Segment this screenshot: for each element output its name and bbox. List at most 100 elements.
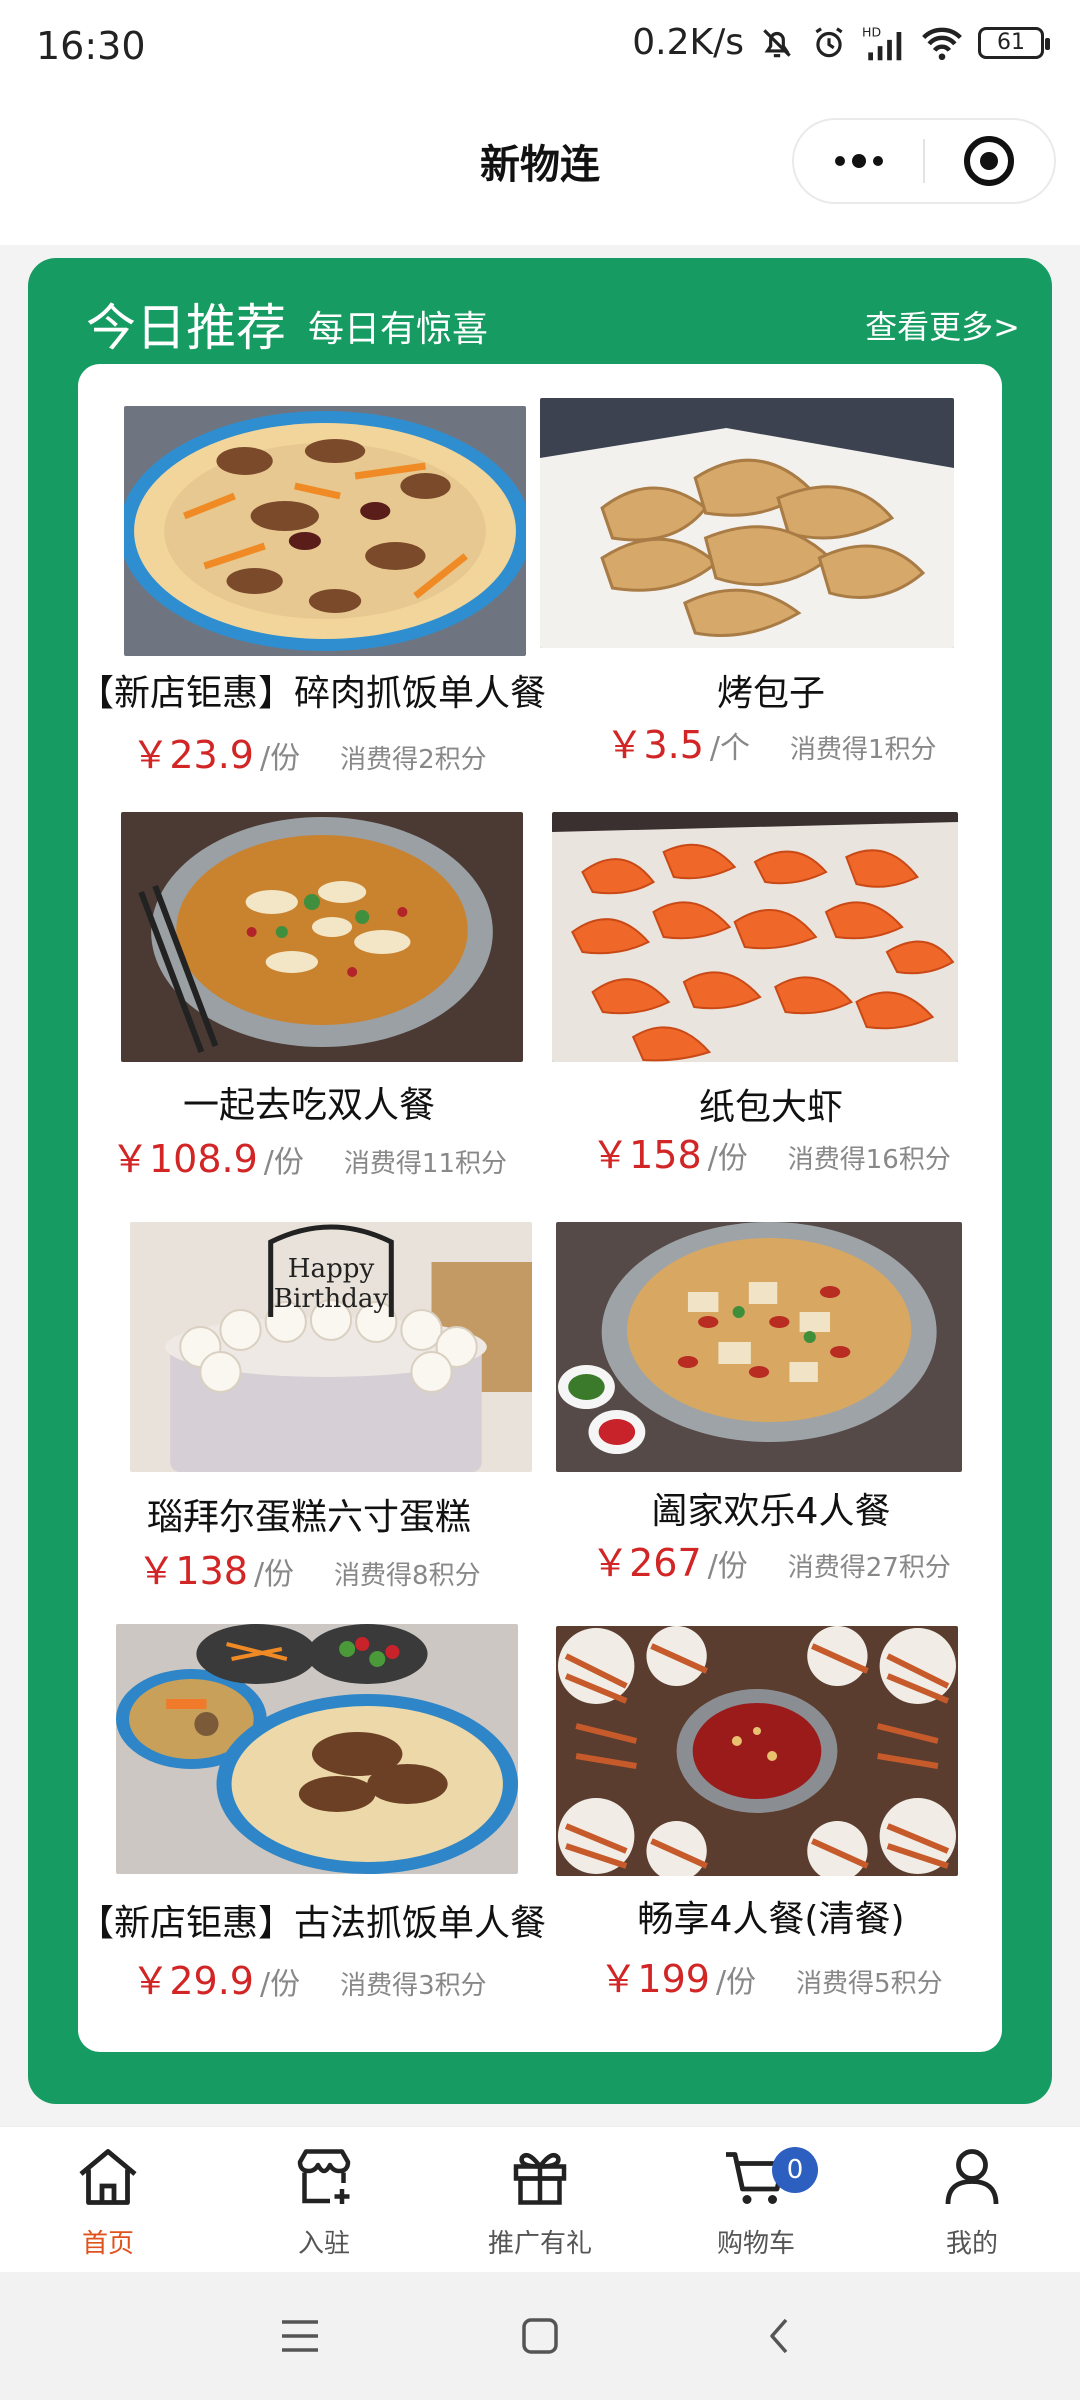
- product-image: [540, 398, 954, 648]
- hd-signal-icon: HD: [862, 24, 906, 62]
- product-unit: /份: [253, 1557, 295, 1592]
- product-image: [121, 812, 523, 1062]
- tab-label: 入驻: [297, 2229, 350, 2259]
- product-name: 烤包子: [716, 673, 825, 714]
- nav-bar: 新物连: [0, 100, 1080, 245]
- more-menu-button[interactable]: [794, 118, 923, 204]
- tab-cart[interactable]: 0 购物车: [648, 2127, 864, 2273]
- battery-icon: 61: [978, 26, 1050, 59]
- more-dots-icon-center: [851, 154, 866, 168]
- product-image: [556, 1222, 962, 1472]
- product-price-row: ￥108.9 /份 消费得11积分: [78, 1128, 540, 1183]
- store-add-icon: [297, 2149, 351, 2204]
- product-price-row: ￥199 /份 消费得5积分: [540, 1948, 1002, 2003]
- tab-mine[interactable]: 我的: [864, 2127, 1080, 2273]
- product-price-row: ￥267 /份 消费得27积分: [540, 1532, 1002, 1587]
- square-icon: [522, 2318, 558, 2354]
- svg-text:Happy: Happy: [288, 1254, 375, 1284]
- back-button[interactable]: [740, 2296, 820, 2376]
- chevron-left-icon: [770, 2318, 788, 2354]
- product-card[interactable]: Happy Birthday 瑙拜尔蛋糕六寸蛋糕 ￥138 /份 消费得8积分: [78, 1184, 540, 1594]
- product-points: 消费得3积分: [340, 1971, 487, 2001]
- tab-home[interactable]: 首页: [0, 2127, 216, 2273]
- product-name: 【新店钜惠】碎肉抓饭单人餐: [78, 673, 547, 714]
- status-time: 16:30: [36, 24, 146, 68]
- user-icon: [945, 2149, 999, 2205]
- product-name: 畅享4人餐(清餐): [637, 1899, 905, 1940]
- product-price-row: ￥29.9 /份 消费得3积分: [78, 1950, 540, 2005]
- bottom-tab-bar: 首页 入驻 推广有礼 0 购物车 我的: [0, 2126, 1080, 2272]
- close-mini-program-button[interactable]: [925, 118, 1054, 204]
- view-more-link[interactable]: 查看更多>: [865, 302, 1020, 348]
- product-card[interactable]: 【新店钜惠】古法抓饭单人餐 ￥29.9 /份 消费得3积分: [78, 1594, 547, 2005]
- cart-badge: 0: [772, 2147, 818, 2193]
- product-image: Happy Birthday: [130, 1222, 532, 1472]
- product-image: [116, 1624, 518, 1874]
- status-icons: 0.2K/s HD 61: [632, 22, 1050, 63]
- product-price-row: ￥138 /份 消费得8积分: [78, 1540, 540, 1595]
- home-icon: [79, 2149, 137, 2205]
- product-price: ￥267: [591, 1541, 702, 1585]
- product-unit: /份: [259, 741, 301, 776]
- daily-recommend-section: 今日推荐 每日有惊喜 查看更多> 【新店钜惠】碎肉抓饭单人餐 ￥23.9 /份: [28, 258, 1052, 2104]
- recent-apps-button[interactable]: [260, 2296, 340, 2376]
- product-price: ￥29.9: [131, 1959, 254, 2003]
- product-card[interactable]: 一起去吃双人餐 ￥108.9 /份 消费得11积分: [78, 774, 540, 1184]
- product-price: ￥3.5: [605, 723, 704, 767]
- product-points: 消费得16积分: [787, 1145, 951, 1175]
- product-unit: /份: [707, 1141, 748, 1176]
- product-points: 消费得11积分: [343, 1149, 507, 1179]
- menu-icon: [282, 2320, 318, 2352]
- product-name: 纸包大虾: [698, 1087, 843, 1128]
- section-title: 今日推荐: [86, 299, 286, 357]
- product-points: 消费得1积分: [790, 735, 937, 765]
- gift-icon: [513, 2153, 567, 2205]
- target-icon-center: [980, 152, 999, 170]
- svg-text:HD: HD: [862, 24, 881, 39]
- product-unit: /份: [259, 1967, 301, 2002]
- product-unit: /份: [715, 1965, 757, 2000]
- tab-label: 我的: [945, 2229, 998, 2259]
- product-price-row: ￥158 /份 消费得16积分: [540, 1124, 1002, 1179]
- product-points: 消费得2积分: [340, 745, 487, 775]
- product-name: 瑙拜尔蛋糕六寸蛋糕: [146, 1497, 471, 1538]
- product-name: 【新店钜惠】古法抓饭单人餐: [78, 1903, 547, 1944]
- status-bar: 16:30 0.2K/s HD 61: [0, 0, 1080, 100]
- product-price-row: ￥3.5 /个 消费得1积分: [540, 714, 1002, 769]
- product-card[interactable]: 畅享4人餐(清餐) ￥199 /份 消费得5积分: [540, 1594, 1002, 2004]
- product-points: 消费得27积分: [787, 1553, 951, 1583]
- target-icon: [964, 136, 1015, 186]
- svg-text:Birthday: Birthday: [274, 1284, 389, 1314]
- wifi-icon: [920, 24, 964, 62]
- tab-label: 推广有礼: [487, 2229, 592, 2259]
- product-image: [552, 812, 958, 1062]
- mini-program-capsule: [792, 118, 1056, 204]
- product-card[interactable]: 【新店钜惠】碎肉抓饭单人餐 ￥23.9 /份 消费得2积分: [78, 364, 547, 777]
- alarm-icon: [810, 24, 848, 62]
- product-points: 消费得8积分: [334, 1561, 481, 1591]
- more-dots-icon-right: [872, 156, 883, 166]
- product-image: [556, 1626, 958, 1876]
- tab-label: 购物车: [716, 2229, 795, 2259]
- home-button[interactable]: [500, 2296, 580, 2376]
- product-unit: /份: [707, 1549, 748, 1584]
- product-price: ￥23.9: [131, 733, 254, 777]
- product-name: 阖家欢乐4人餐: [651, 1491, 891, 1532]
- section-subtitle: 每日有惊喜: [308, 309, 489, 350]
- product-grid: 【新店钜惠】碎肉抓饭单人餐 ￥23.9 /份 消费得2积分 烤包子 ￥3.5 /…: [78, 364, 1002, 2052]
- product-price-row: ￥23.9 /份 消费得2积分: [78, 724, 540, 779]
- product-image: [124, 406, 526, 656]
- net-speed: 0.2K/s: [632, 22, 744, 63]
- product-card[interactable]: 纸包大虾 ￥158 /份 消费得16积分: [540, 774, 1002, 1184]
- mute-bell-icon: [758, 24, 796, 62]
- system-navigation-bar: [0, 2272, 1080, 2400]
- product-card[interactable]: 阖家欢乐4人餐 ￥267 /份 消费得27积分: [540, 1184, 1002, 1594]
- tab-label: 首页: [81, 2229, 134, 2259]
- tab-promote[interactable]: 推广有礼: [432, 2127, 648, 2273]
- product-unit: /份: [263, 1145, 304, 1180]
- product-price: ￥199: [599, 1957, 710, 2001]
- product-price: ￥108.9: [111, 1137, 258, 1181]
- tab-join[interactable]: 入驻: [216, 2127, 432, 2273]
- product-card[interactable]: 烤包子 ￥3.5 /个 消费得1积分: [540, 364, 1002, 774]
- product-name: 一起去吃双人餐: [182, 1085, 435, 1126]
